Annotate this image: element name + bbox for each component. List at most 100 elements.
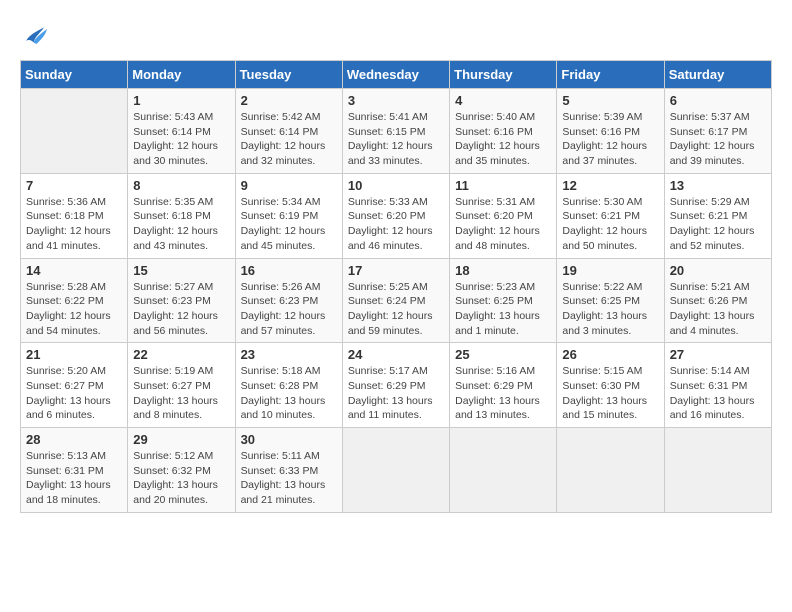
day-info: Sunrise: 5:31 AMSunset: 6:20 PMDaylight:…: [455, 195, 551, 254]
day-info: Sunrise: 5:34 AMSunset: 6:19 PMDaylight:…: [241, 195, 337, 254]
day-number: 25: [455, 347, 551, 362]
header-wednesday: Wednesday: [342, 61, 449, 89]
day-info: Sunrise: 5:27 AMSunset: 6:23 PMDaylight:…: [133, 280, 229, 339]
calendar-week-2: 7 Sunrise: 5:36 AMSunset: 6:18 PMDaylight…: [21, 173, 772, 258]
header-sunday: Sunday: [21, 61, 128, 89]
day-number: 11: [455, 178, 551, 193]
calendar-cell: [450, 428, 557, 513]
header-monday: Monday: [128, 61, 235, 89]
day-number: 13: [670, 178, 766, 193]
calendar-cell: 20Sunrise: 5:21 AMSunset: 6:26 PMDayligh…: [664, 258, 771, 343]
day-info: Sunrise: 5:37 AMSunset: 6:17 PMDaylight:…: [670, 110, 766, 169]
day-number: 20: [670, 263, 766, 278]
day-number: 3: [348, 93, 444, 108]
day-info: Sunrise: 5:25 AMSunset: 6:24 PMDaylight:…: [348, 280, 444, 339]
calendar-cell: [557, 428, 664, 513]
calendar-cell: 7 Sunrise: 5:36 AMSunset: 6:18 PMDaylight…: [21, 173, 128, 258]
calendar-table: SundayMondayTuesdayWednesdayThursdayFrid…: [20, 60, 772, 513]
day-number: 19: [562, 263, 658, 278]
day-number: 4: [455, 93, 551, 108]
header-thursday: Thursday: [450, 61, 557, 89]
calendar-cell: 4 Sunrise: 5:40 AMSunset: 6:16 PMDaylight…: [450, 89, 557, 174]
calendar-cell: 9 Sunrise: 5:34 AMSunset: 6:19 PMDaylight…: [235, 173, 342, 258]
day-info: Sunrise: 5:22 AMSunset: 6:25 PMDaylight:…: [562, 280, 658, 339]
day-info: Sunrise: 5:14 AMSunset: 6:31 PMDaylight:…: [670, 364, 766, 423]
calendar-cell: 27 Sunrise: 5:14 AMSunset: 6:31 PMDayligh…: [664, 343, 771, 428]
day-number: 28: [26, 432, 122, 447]
calendar-cell: 30Sunrise: 5:11 AMSunset: 6:33 PMDayligh…: [235, 428, 342, 513]
day-number: 18: [455, 263, 551, 278]
header-saturday: Saturday: [664, 61, 771, 89]
day-info: Sunrise: 5:43 AMSunset: 6:14 PMDaylight:…: [133, 110, 229, 169]
day-number: 14: [26, 263, 122, 278]
calendar-cell: 17 Sunrise: 5:25 AMSunset: 6:24 PMDayligh…: [342, 258, 449, 343]
day-number: 12: [562, 178, 658, 193]
calendar-cell: [21, 89, 128, 174]
calendar-cell: 18 Sunrise: 5:23 AMSunset: 6:25 PMDayligh…: [450, 258, 557, 343]
day-info: Sunrise: 5:19 AMSunset: 6:27 PMDaylight:…: [133, 364, 229, 423]
day-number: 27: [670, 347, 766, 362]
header-tuesday: Tuesday: [235, 61, 342, 89]
day-info: Sunrise: 5:39 AMSunset: 6:16 PMDaylight:…: [562, 110, 658, 169]
day-number: 21: [26, 347, 122, 362]
calendar-week-3: 14 Sunrise: 5:28 AMSunset: 6:22 PMDayligh…: [21, 258, 772, 343]
calendar-cell: 23Sunrise: 5:18 AMSunset: 6:28 PMDayligh…: [235, 343, 342, 428]
day-number: 30: [241, 432, 337, 447]
calendar-body: 1 Sunrise: 5:43 AMSunset: 6:14 PMDaylight…: [21, 89, 772, 513]
day-number: 24: [348, 347, 444, 362]
day-number: 9: [241, 178, 337, 193]
day-info: Sunrise: 5:33 AMSunset: 6:20 PMDaylight:…: [348, 195, 444, 254]
calendar-header-row: SundayMondayTuesdayWednesdayThursdayFrid…: [21, 61, 772, 89]
calendar-cell: 14 Sunrise: 5:28 AMSunset: 6:22 PMDayligh…: [21, 258, 128, 343]
day-number: 16: [241, 263, 337, 278]
day-number: 15: [133, 263, 229, 278]
calendar-cell: 1 Sunrise: 5:43 AMSunset: 6:14 PMDaylight…: [128, 89, 235, 174]
day-info: Sunrise: 5:40 AMSunset: 6:16 PMDaylight:…: [455, 110, 551, 169]
day-number: 6: [670, 93, 766, 108]
day-info: Sunrise: 5:23 AMSunset: 6:25 PMDaylight:…: [455, 280, 551, 339]
day-number: 29: [133, 432, 229, 447]
logo-icon: [20, 20, 50, 50]
day-number: 1: [133, 93, 229, 108]
day-info: Sunrise: 5:28 AMSunset: 6:22 PMDaylight:…: [26, 280, 122, 339]
day-info: Sunrise: 5:36 AMSunset: 6:18 PMDaylight:…: [26, 195, 122, 254]
day-number: 17: [348, 263, 444, 278]
day-info: Sunrise: 5:12 AMSunset: 6:32 PMDaylight:…: [133, 449, 229, 508]
calendar-cell: 11 Sunrise: 5:31 AMSunset: 6:20 PMDayligh…: [450, 173, 557, 258]
day-number: 5: [562, 93, 658, 108]
calendar-cell: 13 Sunrise: 5:29 AMSunset: 6:21 PMDayligh…: [664, 173, 771, 258]
calendar-cell: 19 Sunrise: 5:22 AMSunset: 6:25 PMDayligh…: [557, 258, 664, 343]
calendar-cell: 21 Sunrise: 5:20 AMSunset: 6:27 PMDayligh…: [21, 343, 128, 428]
calendar-cell: 25Sunrise: 5:16 AMSunset: 6:29 PMDayligh…: [450, 343, 557, 428]
day-info: Sunrise: 5:13 AMSunset: 6:31 PMDaylight:…: [26, 449, 122, 508]
day-number: 22: [133, 347, 229, 362]
day-number: 7: [26, 178, 122, 193]
day-info: Sunrise: 5:29 AMSunset: 6:21 PMDaylight:…: [670, 195, 766, 254]
header-friday: Friday: [557, 61, 664, 89]
day-info: Sunrise: 5:26 AMSunset: 6:23 PMDaylight:…: [241, 280, 337, 339]
day-info: Sunrise: 5:30 AMSunset: 6:21 PMDaylight:…: [562, 195, 658, 254]
day-info: Sunrise: 5:18 AMSunset: 6:28 PMDaylight:…: [241, 364, 337, 423]
day-info: Sunrise: 5:20 AMSunset: 6:27 PMDaylight:…: [26, 364, 122, 423]
day-number: 26: [562, 347, 658, 362]
logo: [20, 20, 54, 50]
day-info: Sunrise: 5:41 AMSunset: 6:15 PMDaylight:…: [348, 110, 444, 169]
calendar-cell: 6 Sunrise: 5:37 AMSunset: 6:17 PMDaylight…: [664, 89, 771, 174]
day-number: 8: [133, 178, 229, 193]
day-info: Sunrise: 5:42 AMSunset: 6:14 PMDaylight:…: [241, 110, 337, 169]
calendar-week-5: 28 Sunrise: 5:13 AMSunset: 6:31 PMDayligh…: [21, 428, 772, 513]
calendar-cell: 8 Sunrise: 5:35 AMSunset: 6:18 PMDaylight…: [128, 173, 235, 258]
calendar-cell: 3 Sunrise: 5:41 AMSunset: 6:15 PMDaylight…: [342, 89, 449, 174]
calendar-cell: 16 Sunrise: 5:26 AMSunset: 6:23 PMDayligh…: [235, 258, 342, 343]
day-info: Sunrise: 5:35 AMSunset: 6:18 PMDaylight:…: [133, 195, 229, 254]
calendar-cell: 2Sunrise: 5:42 AMSunset: 6:14 PMDaylight…: [235, 89, 342, 174]
calendar-week-4: 21 Sunrise: 5:20 AMSunset: 6:27 PMDayligh…: [21, 343, 772, 428]
calendar-cell: 10 Sunrise: 5:33 AMSunset: 6:20 PMDayligh…: [342, 173, 449, 258]
day-number: 10: [348, 178, 444, 193]
page-header: [20, 20, 772, 50]
calendar-cell: [342, 428, 449, 513]
day-info: Sunrise: 5:17 AMSunset: 6:29 PMDaylight:…: [348, 364, 444, 423]
calendar-cell: 24 Sunrise: 5:17 AMSunset: 6:29 PMDayligh…: [342, 343, 449, 428]
calendar-cell: 5 Sunrise: 5:39 AMSunset: 6:16 PMDaylight…: [557, 89, 664, 174]
calendar-cell: 28 Sunrise: 5:13 AMSunset: 6:31 PMDayligh…: [21, 428, 128, 513]
